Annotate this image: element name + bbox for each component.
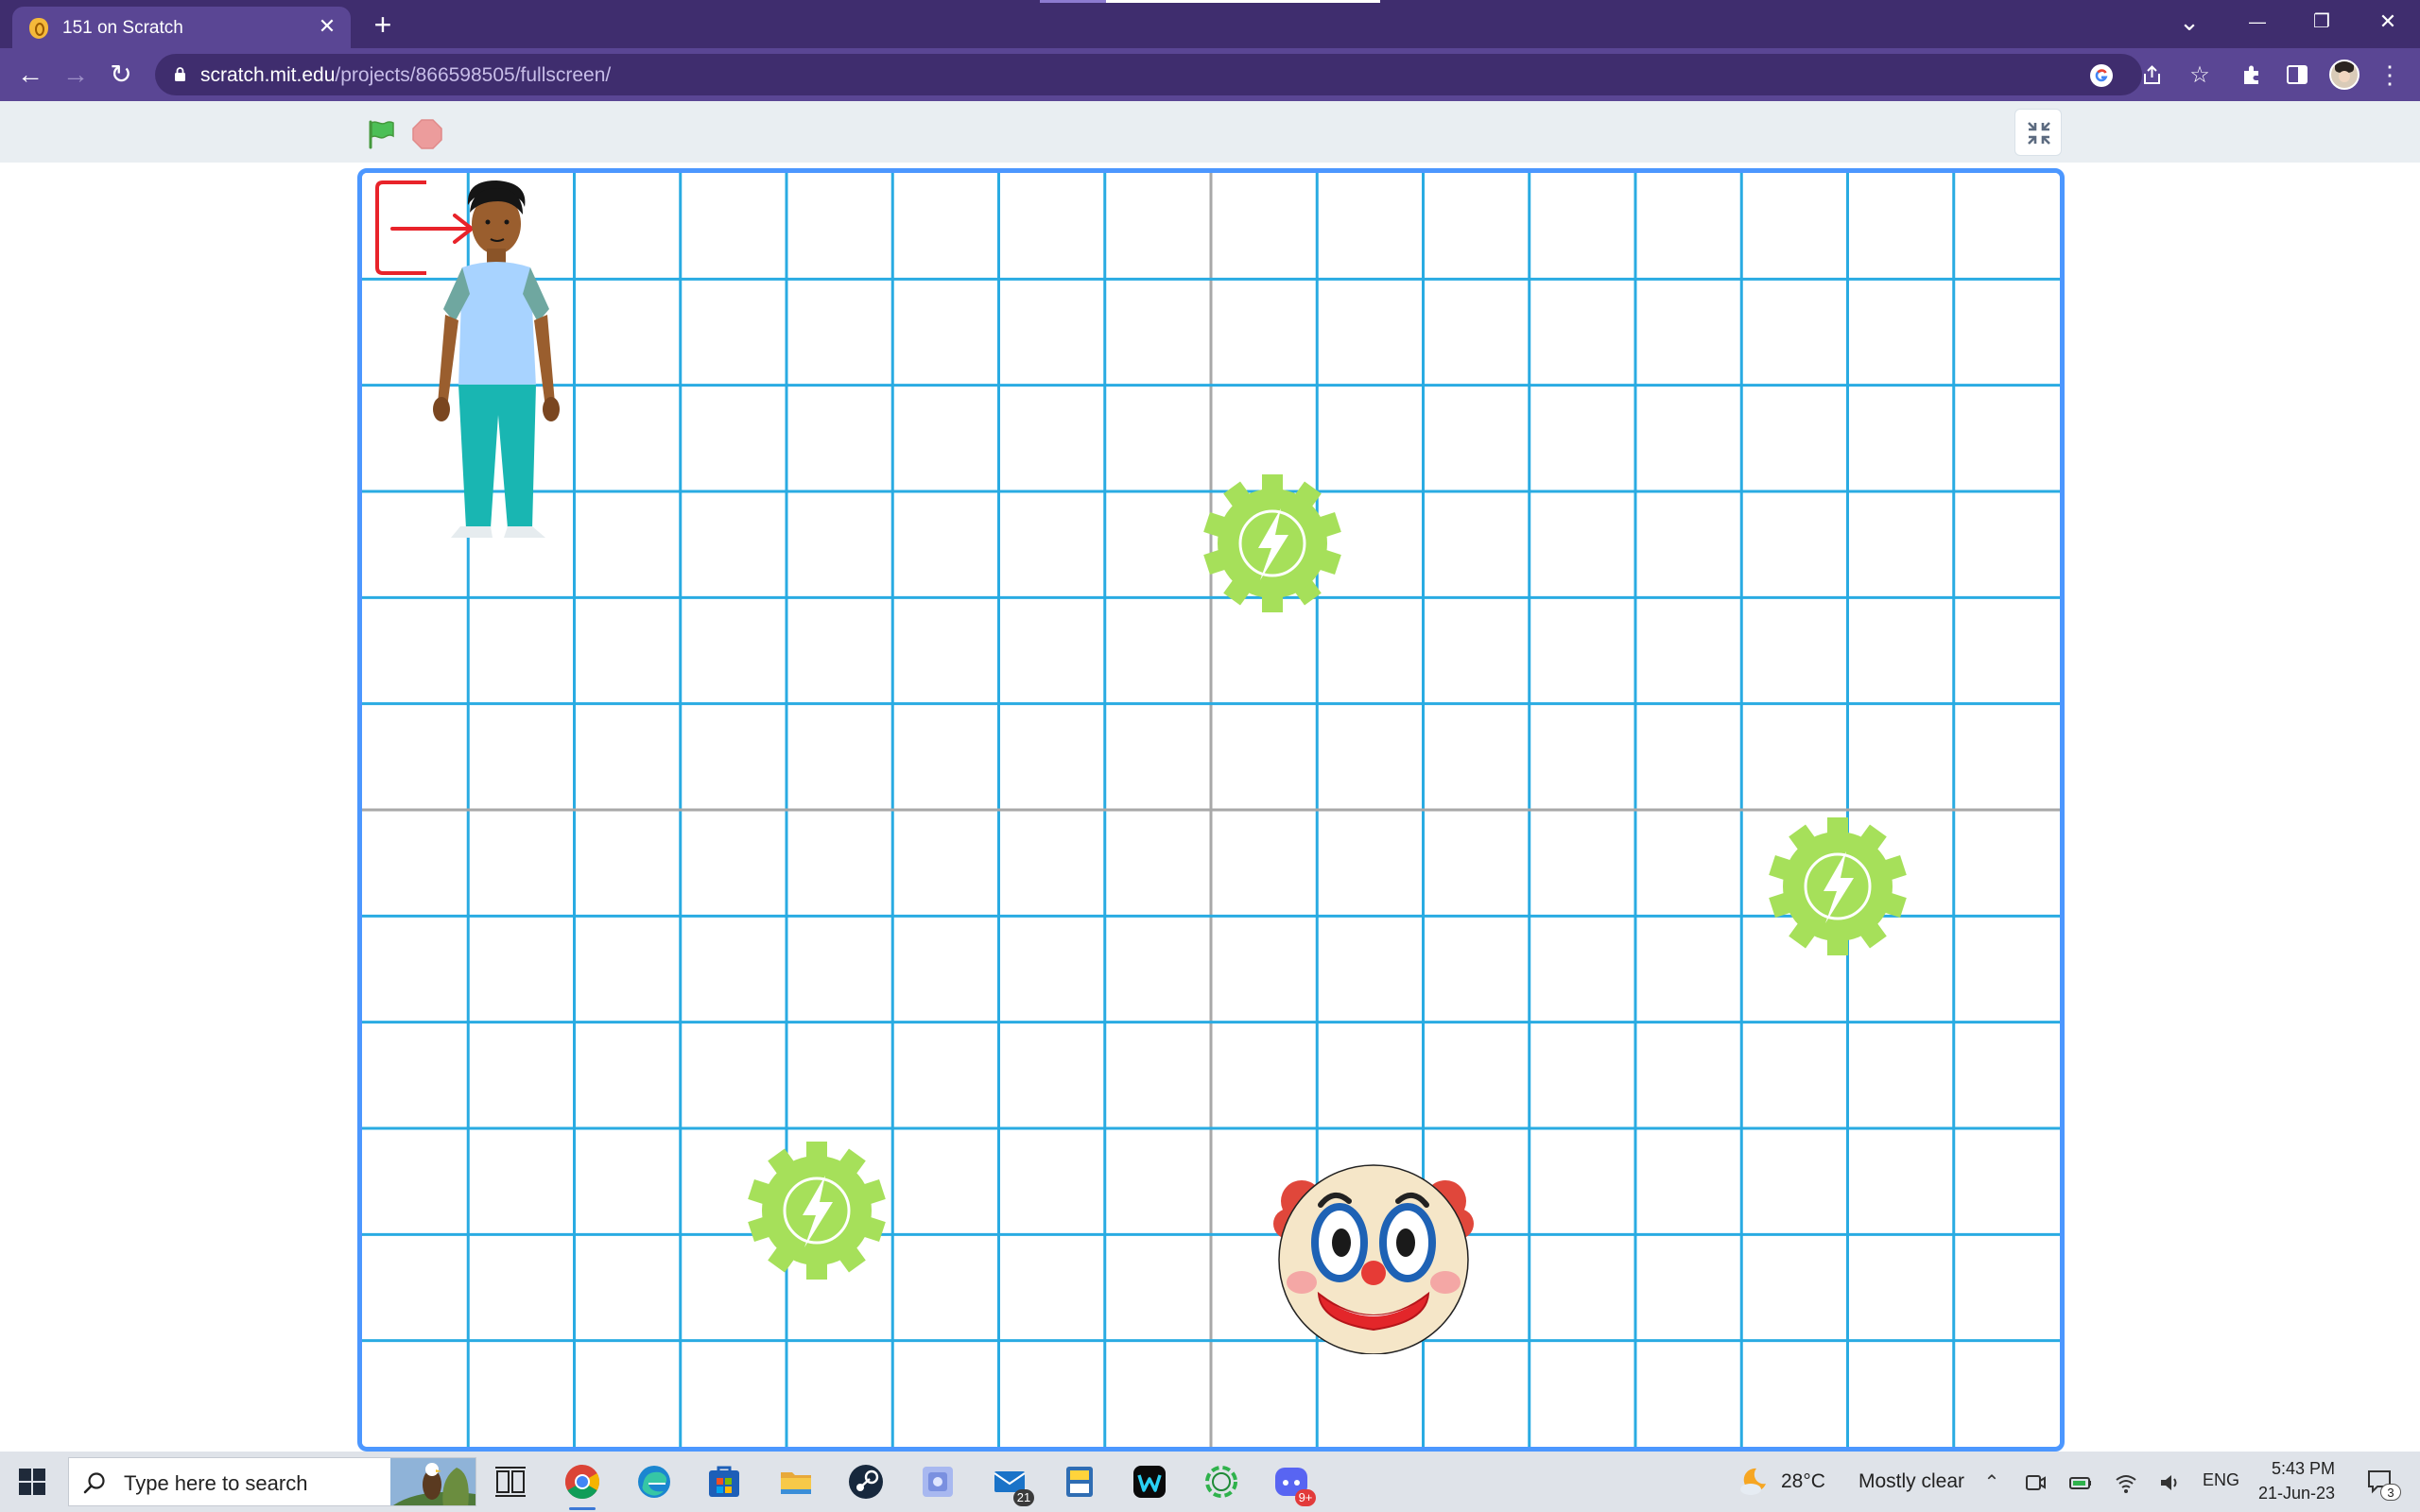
windows-start-icon[interactable] bbox=[19, 1469, 45, 1495]
weather-moon-cloud-icon[interactable] bbox=[1736, 1465, 1770, 1499]
browser-toolbar: ← → ↻ scratch.mit.edu/projects/866598505… bbox=[0, 48, 2420, 101]
clown-face-icon[interactable] bbox=[1270, 1156, 1478, 1354]
wifi-icon[interactable] bbox=[2114, 1470, 2138, 1495]
chrome-menu-icon[interactable]: ⋮ bbox=[2377, 61, 2403, 88]
webex-icon[interactable] bbox=[1131, 1463, 1168, 1501]
exit-fullscreen-button[interactable] bbox=[2014, 109, 2062, 156]
microsoft-store-icon[interactable] bbox=[705, 1463, 743, 1501]
battery-icon[interactable] bbox=[2068, 1470, 2093, 1495]
chrome-icon bbox=[564, 1465, 600, 1500]
boy-character[interactable] bbox=[423, 177, 564, 543]
notification-center-button[interactable]: 3 bbox=[2361, 1469, 2401, 1501]
volume-icon[interactable] bbox=[2157, 1470, 2182, 1495]
weather-condition[interactable]: Mostly clear bbox=[1858, 1470, 1964, 1493]
minimize-button[interactable]: — bbox=[2235, 5, 2280, 39]
energy-gear-icon[interactable] bbox=[1201, 472, 1343, 614]
energy-gear-icon[interactable] bbox=[746, 1140, 888, 1281]
scratch-player-controls bbox=[0, 101, 2420, 163]
meet-now-icon[interactable] bbox=[2023, 1470, 2048, 1495]
input-language[interactable]: ENG bbox=[2203, 1470, 2239, 1490]
exit-fullscreen-icon bbox=[2028, 122, 2050, 145]
mail-taskbar-button[interactable]: 21 bbox=[991, 1463, 1034, 1506]
extensions-icon[interactable] bbox=[2238, 61, 2265, 88]
bookmark-star-icon[interactable]: ☆ bbox=[2187, 63, 2212, 88]
clock-time[interactable]: 5:43 PM bbox=[2261, 1459, 2335, 1479]
active-app-indicator bbox=[569, 1507, 596, 1510]
back-button[interactable]: ← bbox=[13, 58, 47, 92]
url-text[interactable]: scratch.mit.edu/projects/866598505/fulls… bbox=[200, 64, 611, 87]
lock-icon[interactable] bbox=[174, 67, 186, 81]
photos-app-icon[interactable] bbox=[919, 1463, 957, 1501]
scratch-stage[interactable] bbox=[357, 168, 2065, 1452]
task-view-icon[interactable] bbox=[492, 1463, 529, 1501]
url-host: scratch.mit.edu bbox=[200, 64, 336, 86]
file-explorer-icon[interactable] bbox=[777, 1463, 815, 1501]
forward-button[interactable]: → bbox=[59, 58, 93, 92]
discord-taskbar-button[interactable]: 9+ bbox=[1272, 1463, 1316, 1506]
stage-area bbox=[0, 163, 2420, 1452]
sync-app-icon[interactable] bbox=[1202, 1463, 1240, 1501]
python-idle-icon[interactable] bbox=[1061, 1463, 1098, 1501]
steam-icon[interactable] bbox=[847, 1463, 885, 1501]
browser-tab-strip: 151 on Scratch ✕ + ⌄ — ❐ ✕ bbox=[0, 0, 2420, 48]
search-placeholder: Type here to search bbox=[124, 1471, 308, 1495]
weather-temperature[interactable]: 28°C bbox=[1781, 1470, 1825, 1493]
green-flag-icon[interactable] bbox=[365, 118, 397, 150]
new-tab-button[interactable]: + bbox=[367, 9, 399, 42]
search-icon bbox=[83, 1472, 105, 1494]
reload-button[interactable]: ↻ bbox=[104, 58, 138, 92]
search-highlight-eagle-icon bbox=[390, 1458, 475, 1505]
tab-strip-highlight-accent bbox=[1040, 0, 1106, 3]
discord-badge: 9+ bbox=[1295, 1489, 1316, 1506]
tab-title: 151 on Scratch bbox=[62, 18, 183, 38]
share-icon[interactable] bbox=[2140, 63, 2165, 88]
google-icon[interactable] bbox=[2089, 63, 2114, 88]
stop-sign-icon[interactable] bbox=[411, 118, 443, 150]
mail-unread-badge: 21 bbox=[1013, 1489, 1034, 1506]
windows-taskbar: Type here to search 21 9+ 28°C Mostly cl… bbox=[0, 1452, 2420, 1512]
edge-icon[interactable] bbox=[635, 1463, 673, 1501]
close-window-button[interactable]: ✕ bbox=[2365, 5, 2411, 39]
side-panel-icon[interactable] bbox=[2284, 61, 2310, 88]
profile-avatar[interactable] bbox=[2329, 60, 2360, 90]
taskbar-search-box[interactable]: Type here to search bbox=[68, 1457, 476, 1506]
address-bar[interactable]: scratch.mit.edu/projects/866598505/fulls… bbox=[155, 54, 2210, 95]
browser-tab-active[interactable]: 151 on Scratch ✕ bbox=[12, 7, 351, 48]
notification-count-badge: 3 bbox=[2380, 1484, 2401, 1501]
chrome-taskbar-button[interactable] bbox=[563, 1463, 601, 1510]
restore-button[interactable]: ❐ bbox=[2299, 5, 2344, 39]
clock-date[interactable]: 21-Jun-23 bbox=[2256, 1484, 2335, 1503]
energy-gear-icon[interactable] bbox=[1767, 816, 1909, 957]
url-path: /projects/866598505/fullscreen/ bbox=[335, 64, 612, 86]
stage-grid bbox=[362, 173, 2060, 1447]
show-hidden-icons-icon[interactable]: ⌃ bbox=[1979, 1470, 2004, 1495]
scratch-favicon-icon bbox=[29, 18, 48, 39]
tab-close-button[interactable]: ✕ bbox=[315, 14, 339, 39]
tab-search-dropdown-button[interactable]: ⌄ bbox=[2167, 5, 2212, 39]
